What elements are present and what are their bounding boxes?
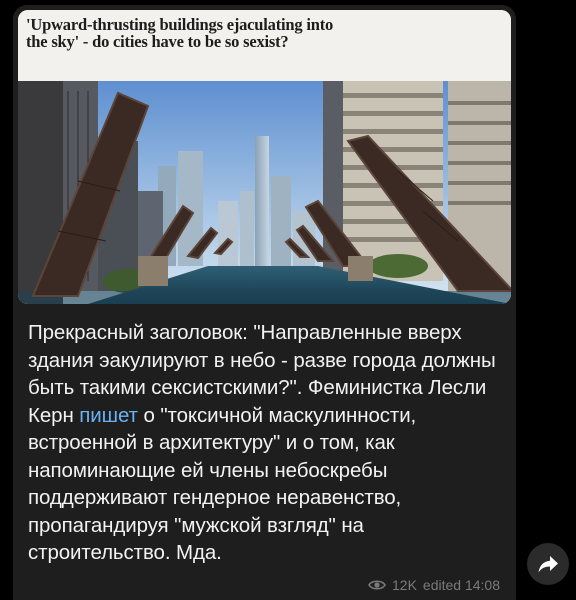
headline-band: 'Upward-thrusting buildings ejaculating … [18,10,511,81]
preview-headline: 'Upward-thrusting buildings ejaculating … [26,15,334,51]
bridges-photo [18,81,511,304]
source-link[interactable]: пишет [79,404,138,427]
share-arrow-icon [538,556,558,573]
eye-icon [368,580,386,590]
message-bubble: 'Upward-thrusting buildings ejaculating … [13,5,516,600]
message-meta: 12K edited 14:08 [368,577,500,593]
link-preview-card[interactable]: 'Upward-thrusting buildings ejaculating … [18,10,511,304]
message-text: Прекрасный заголовок: "Направленные ввер… [28,319,506,567]
edited-timestamp: edited 14:08 [422,577,500,593]
share-button[interactable] [527,543,569,585]
message-text-part2: о "токсичной маскулинности, встроенной в… [28,403,417,565]
view-count: 12K [392,577,417,593]
